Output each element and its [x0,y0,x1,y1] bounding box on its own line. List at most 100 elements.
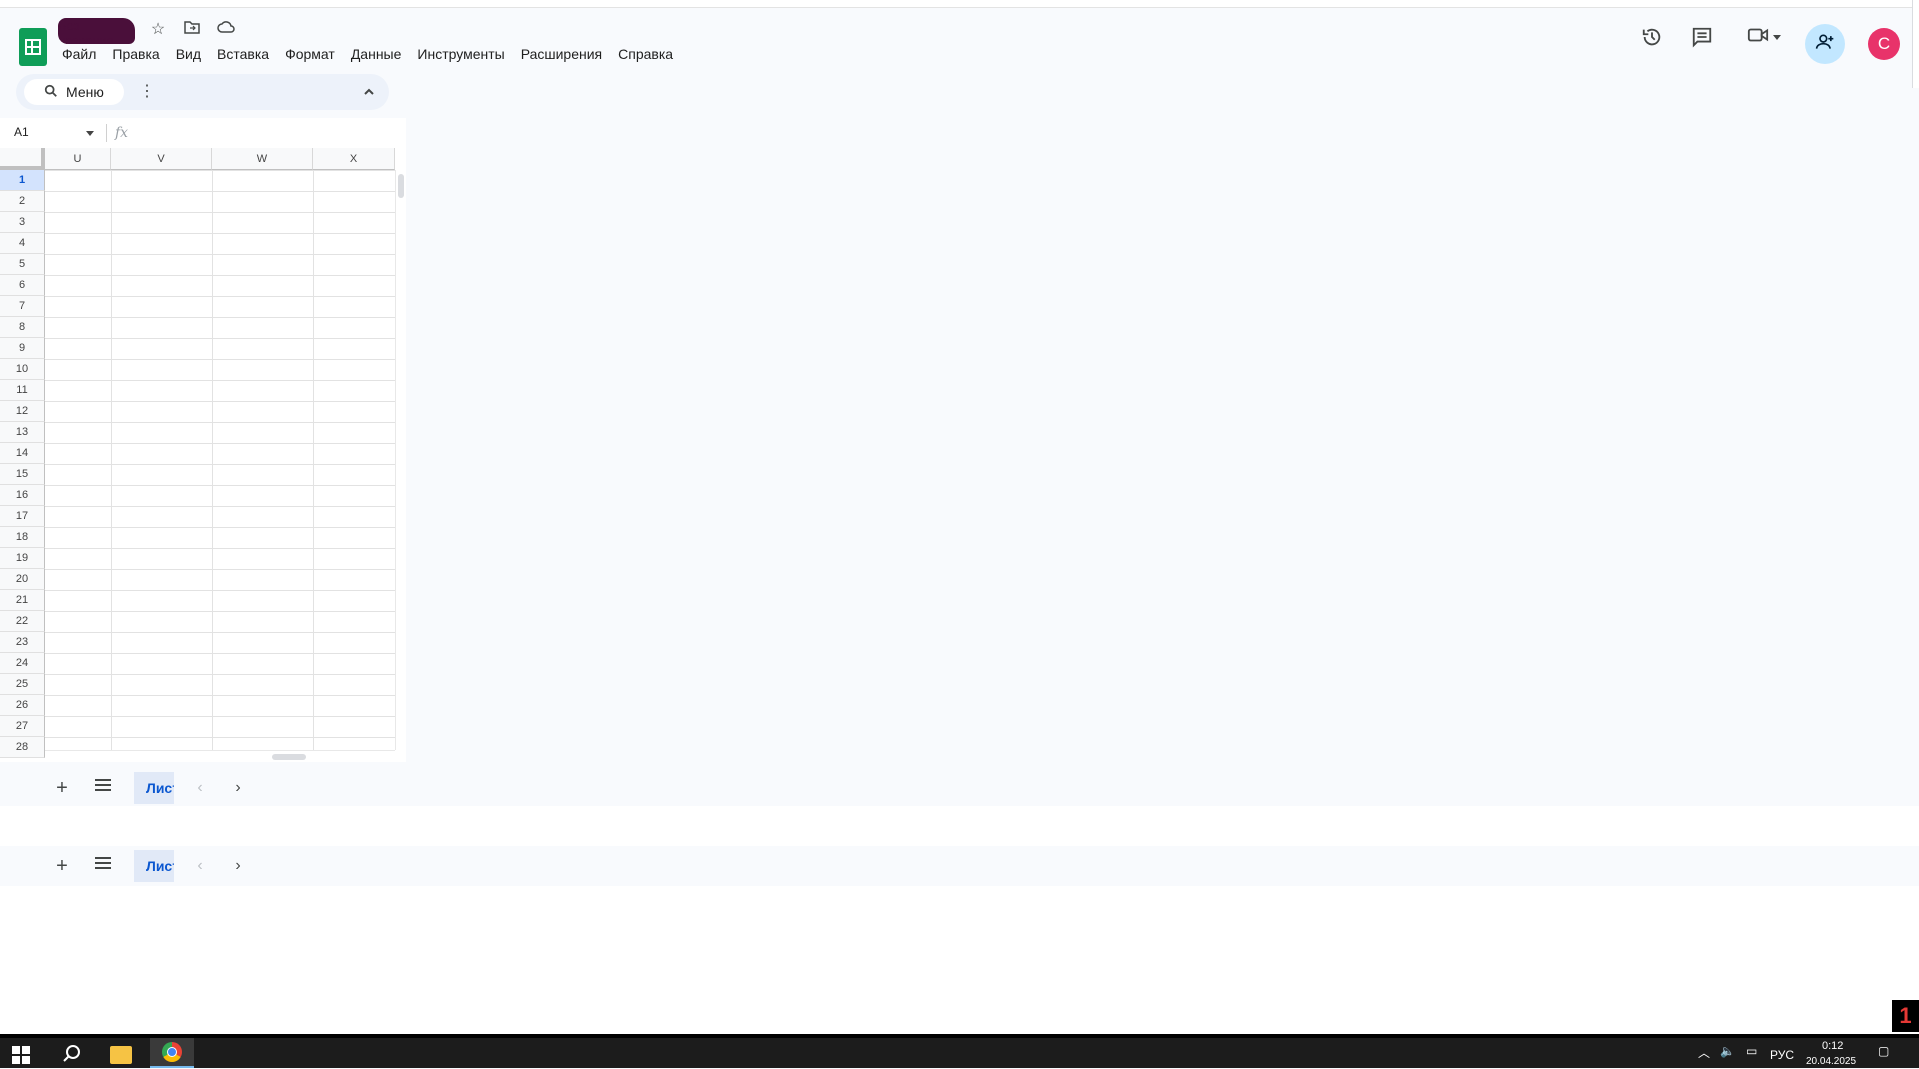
formula-separator [106,124,107,142]
chrome-taskbar-button[interactable] [150,1038,194,1068]
cloud-status-icon[interactable] [216,20,236,40]
menu-edit[interactable]: Правка [104,42,167,66]
avatar[interactable]: C [1868,28,1900,60]
horizontal-scrollbar[interactable] [45,750,395,762]
comments-icon[interactable] [1682,17,1722,57]
chevron-right-icon[interactable]: › [228,778,248,798]
row-header[interactable]: 2 [0,191,45,212]
column-header-u[interactable]: U [45,148,111,170]
row-header[interactable]: 13 [0,422,45,443]
row-header[interactable]: 7 [0,296,45,317]
row-header[interactable]: 22 [0,611,45,632]
chrome-icon [162,1042,182,1062]
menu-extensions[interactable]: Расширения [513,42,610,66]
doc-title[interactable]: Без названия [58,18,135,44]
windows-taskbar: ︿ 🔈 ▭ РУС 0:12 20.04.2025 ▢ [0,1034,1919,1068]
row-header[interactable]: 3 [0,212,45,233]
share-button[interactable] [1805,24,1845,64]
row-header[interactable]: 24 [0,653,45,674]
taskbar-search-icon[interactable] [62,1044,84,1066]
recording-badge: 1 [1892,1000,1919,1032]
app-header: Без названия ☆ Файл Правка Вид Вставка Ф… [0,8,1919,74]
row-header[interactable]: 18 [0,527,45,548]
sheet-tab[interactable]: Лист1 [134,850,174,882]
meet-button[interactable] [1736,17,1792,57]
row-header[interactable]: 10 [0,359,45,380]
name-box[interactable]: A1 [14,125,29,139]
all-sheets-icon[interactable] [94,856,114,876]
row-header[interactable]: 26 [0,695,45,716]
history-icon[interactable] [1632,17,1672,57]
chevron-right-icon[interactable]: › [228,856,248,876]
name-box-dropdown-icon[interactable] [86,131,94,136]
collapse-toolbar-icon[interactable] [358,81,380,103]
row-header[interactable]: 1 [0,170,45,191]
row-header[interactable]: 15 [0,464,45,485]
fx-icon: fx [115,125,129,141]
row-header[interactable]: 4 [0,233,45,254]
select-all-corner[interactable] [0,148,45,170]
clock-date[interactable]: 20.04.2025 [1806,1056,1856,1067]
cell-area[interactable] [45,170,395,750]
chevron-down-icon [1773,34,1781,40]
row-header[interactable]: 16 [0,485,45,506]
horizontal-scroll-thumb[interactable] [272,754,306,760]
file-explorer-icon[interactable] [110,1046,132,1064]
add-sheet-button[interactable]: + [52,856,72,876]
tray-chevron-up-icon[interactable]: ︿ [1698,1044,1710,1061]
col-line [111,170,112,750]
row-header[interactable]: 11 [0,380,45,401]
col-line [313,170,314,750]
vertical-scrollbar[interactable] [395,170,406,750]
more-vert-icon[interactable]: ⋮ [136,81,158,103]
row-header[interactable]: 5 [0,254,45,275]
menu-tools[interactable]: Инструменты [409,42,512,66]
row-header[interactable]: 9 [0,338,45,359]
blank-area [0,886,1919,1034]
row-header[interactable]: 21 [0,590,45,611]
row-header[interactable]: 19 [0,548,45,569]
spreadsheet-grid: U V W X 1 2 3 4 5 6 7 8 9 10 11 12 13 14 15 16 17 18 19 20 2… [0,148,406,762]
menu-search-label: Меню [66,84,104,100]
sheets-logo-icon[interactable] [19,28,47,66]
row-header[interactable]: 23 [0,632,45,653]
move-folder-icon[interactable] [182,20,202,40]
menu-view[interactable]: Вид [168,42,209,66]
row-header[interactable]: 17 [0,506,45,527]
row-header[interactable]: 20 [0,569,45,590]
add-sheet-button[interactable]: + [52,778,72,798]
row-header[interactable]: 14 [0,443,45,464]
search-icon [34,84,58,101]
menu-insert[interactable]: Вставка [209,42,277,66]
row-header[interactable]: 6 [0,275,45,296]
menu-search-button[interactable]: Меню [24,79,124,105]
row-header[interactable]: 28 [0,737,45,758]
top-edge [0,0,1919,8]
input-language[interactable]: РУС [1770,1048,1794,1062]
row-header[interactable]: 27 [0,716,45,737]
network-icon[interactable]: ▭ [1746,1044,1757,1058]
menu-data[interactable]: Данные [343,42,410,66]
windows-start-icon[interactable] [12,1046,32,1066]
star-icon[interactable]: ☆ [148,20,168,40]
menu-file[interactable]: Файл [54,42,104,66]
column-header-v[interactable]: V [111,148,212,170]
menu-help[interactable]: Справка [610,42,681,66]
notifications-icon[interactable]: ▢ [1878,1044,1889,1058]
chevron-left-icon[interactable]: ‹ [190,856,210,876]
column-header-w[interactable]: W [212,148,313,170]
column-header-x[interactable]: X [313,148,395,170]
all-sheets-icon[interactable] [94,778,114,798]
menu-bar: Файл Правка Вид Вставка Формат Данные Ин… [54,42,681,66]
clock-time[interactable]: 0:12 [1822,1040,1843,1052]
title-icons: ☆ [148,20,236,40]
row-header[interactable]: 8 [0,317,45,338]
row-header[interactable]: 12 [0,401,45,422]
chevron-left-icon[interactable]: ‹ [190,778,210,798]
sheet-tab[interactable]: Лист1 [134,772,174,804]
menu-format[interactable]: Формат [277,42,343,66]
volume-icon[interactable]: 🔈 [1720,1044,1735,1058]
vertical-scroll-thumb[interactable] [398,174,404,198]
video-camera-icon [1747,26,1769,49]
row-header[interactable]: 25 [0,674,45,695]
